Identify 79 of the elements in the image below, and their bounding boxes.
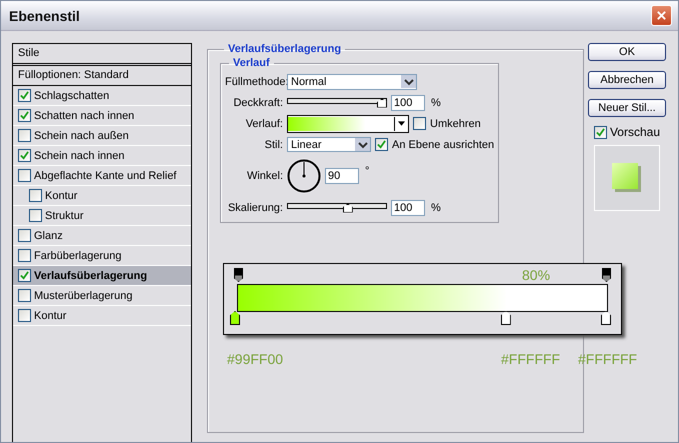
dialog-button[interactable]: Neuer Stil... [588, 99, 666, 117]
checkbox[interactable] [18, 169, 31, 182]
list-header[interactable]: Stile [13, 44, 191, 66]
unit-label: % [431, 96, 441, 108]
opacity-stop-icon[interactable] [234, 268, 243, 282]
style-label: Kontur [45, 190, 78, 202]
style-list-item[interactable]: Schatten nach innen [13, 106, 191, 126]
style-label: Farbüberlagerung [34, 250, 122, 262]
field-label: Stil: [264, 138, 283, 150]
checkbox[interactable] [18, 289, 31, 302]
style-label: Abgeflachte Kante und Relief [34, 170, 176, 182]
blend-mode-dropdown[interactable]: Normal [287, 74, 417, 90]
scale-field[interactable]: 100 [391, 200, 425, 216]
checkbox[interactable] [594, 126, 607, 138]
checkbox[interactable] [18, 89, 31, 102]
checkbox[interactable] [29, 209, 42, 222]
field-label: Skalierung: [226, 202, 283, 214]
checkbox[interactable] [18, 129, 31, 142]
slider[interactable] [287, 202, 387, 214]
checkbox[interactable] [413, 117, 426, 130]
dialog-button[interactable]: Abbrechen [588, 71, 666, 89]
gradient-picker[interactable] [287, 114, 409, 132]
style-list-item[interactable]: Kontur [13, 306, 191, 326]
checkbox[interactable] [18, 149, 31, 162]
angle-dial[interactable] [287, 159, 321, 193]
preview-swatch-icon [612, 163, 642, 193]
style-label: Glanz [34, 230, 63, 242]
dialog-button[interactable]: OK [588, 43, 666, 61]
style-list-item[interactable]: Schein nach innen [13, 146, 191, 166]
unit-label: % [431, 202, 441, 214]
checkbox-label: Umkehren [430, 118, 481, 130]
slider[interactable] [287, 96, 387, 108]
section-title: Verlaufsüberlagerung [227, 43, 342, 55]
style-label: Schlagschatten [34, 90, 110, 102]
style-label: Musterüberlagerung [34, 290, 132, 302]
checkbox[interactable] [18, 309, 31, 322]
opacity-field[interactable]: 100 [391, 94, 425, 110]
style-list-item[interactable]: Glanz [13, 226, 191, 246]
style-label: Verlaufsüberlagerung [34, 270, 148, 282]
section-title: Verlauf [232, 57, 271, 69]
style-list-item[interactable]: Kontur [13, 186, 191, 206]
unit-label: ° [365, 165, 370, 177]
field-label: Deckkraft: [232, 96, 283, 108]
close-button[interactable] [651, 5, 672, 26]
color-code-label: #99FF00 [227, 351, 284, 367]
style-label: Kontur [34, 310, 66, 322]
style-list-item[interactable]: Abgeflachte Kante und Relief [13, 166, 191, 186]
style-list-item[interactable]: Schein nach außen [13, 126, 191, 146]
color-stop-icon[interactable] [230, 311, 240, 325]
style-list-item[interactable]: Verlaufsüberlagerung [13, 266, 191, 286]
checkbox[interactable] [375, 138, 388, 151]
style-label: Schein nach außen [34, 130, 129, 142]
checkbox[interactable] [29, 189, 42, 202]
style-label: Schatten nach innen [34, 110, 134, 122]
close-icon [656, 10, 667, 21]
style-list-item[interactable]: Musterüberlagerung [13, 286, 191, 306]
checkbox-label: Vorschau [610, 125, 660, 139]
style-list-item[interactable]: Struktur [13, 206, 191, 226]
style-dropdown[interactable]: Linear [287, 137, 371, 152]
opacity-stop-icon[interactable] [602, 268, 611, 282]
checkbox[interactable] [18, 109, 31, 122]
field-label: Verlauf: [244, 118, 283, 130]
checkbox[interactable] [18, 269, 31, 282]
color-code-label: #FFFFFF [578, 351, 638, 367]
style-label: Struktur [45, 210, 84, 222]
opacity-label: 80% [522, 267, 550, 283]
angle-field[interactable]: 90 [325, 168, 359, 184]
color-stop-icon[interactable] [500, 311, 511, 325]
field-label: Winkel: [246, 170, 283, 182]
dropdown-arrow-icon[interactable] [398, 121, 405, 126]
checkbox[interactable] [18, 249, 31, 262]
style-label: Schein nach innen [34, 150, 125, 162]
blend-options-item[interactable]: Fülloptionen: Standard [13, 66, 191, 86]
color-stop-icon[interactable] [601, 311, 611, 325]
style-list-item[interactable]: Schlagschatten [13, 86, 191, 106]
checkbox[interactable] [18, 229, 31, 242]
color-code-label: #FFFFFF [501, 351, 560, 367]
window-title: Ebenenstil [9, 8, 80, 24]
checkbox-label: An Ebene ausrichten [392, 138, 494, 150]
